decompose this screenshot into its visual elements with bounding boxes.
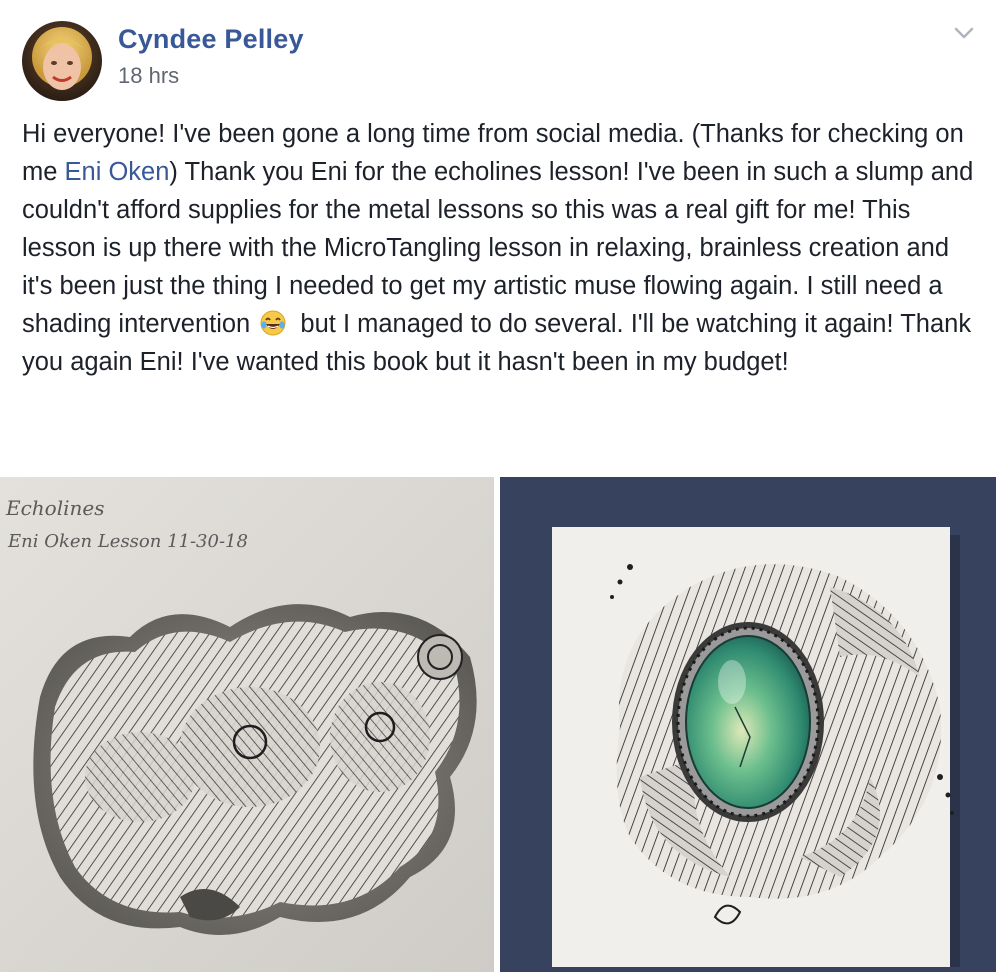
echolines-drawing-photo[interactable]: Echolines Eni Oken Lesson 11-30-18 bbox=[0, 477, 494, 972]
post-timestamp[interactable]: 18 hrs bbox=[118, 63, 179, 89]
photo-grid: Echolines Eni Oken Lesson 11-30-18 bbox=[0, 477, 996, 972]
mention-link[interactable]: Eni Oken bbox=[65, 158, 170, 186]
facebook-post: Cyndee Pelley 18 hrs Hi everyone! I've b… bbox=[0, 0, 996, 972]
handwriting-line-2: Eni Oken Lesson 11-30-18 bbox=[7, 531, 248, 552]
post-options-chevron-icon[interactable] bbox=[950, 22, 978, 44]
laughing-tears-emoji-icon bbox=[259, 309, 287, 337]
avatar-image bbox=[22, 21, 102, 101]
handwriting-line-1: Echolines bbox=[5, 496, 105, 520]
post-text: Hi everyone! I've been gone a long time … bbox=[22, 115, 982, 381]
author-name[interactable]: Cyndee Pelley bbox=[118, 24, 304, 55]
gem-tangle-drawing-photo[interactable] bbox=[500, 477, 996, 972]
author-avatar[interactable] bbox=[22, 21, 102, 101]
